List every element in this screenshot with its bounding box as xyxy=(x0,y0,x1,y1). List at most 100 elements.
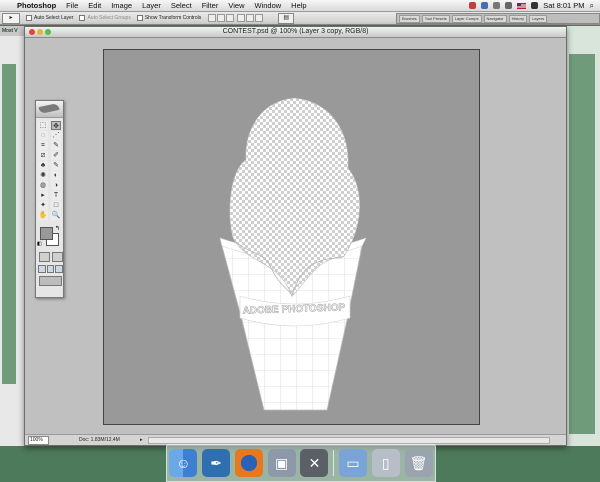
magic-wand-tool[interactable]: ⋰ xyxy=(51,131,61,140)
mask-modes xyxy=(36,250,63,262)
move-tool[interactable]: ✥ xyxy=(51,121,61,130)
zoom-tool[interactable]: 🔍 xyxy=(51,211,61,220)
horizontal-scrollbar[interactable] xyxy=(148,437,550,444)
align-middle-button[interactable] xyxy=(217,14,226,22)
checkbox-icon xyxy=(136,15,143,21)
auto-select-layer-label: Auto Select Layer xyxy=(34,15,74,21)
document-title: CONTEST.psd @ 100% (Layer 3 copy, RGB/8) xyxy=(222,28,369,35)
input-flag-icon[interactable] xyxy=(517,2,527,9)
show-transform-controls-checkbox[interactable]: Show Transform Controls xyxy=(136,15,202,21)
menu-app[interactable]: Photoshop xyxy=(14,0,61,11)
status-icon-1[interactable] xyxy=(469,2,477,9)
history-brush-tool[interactable]: ✎ xyxy=(51,161,61,170)
blur-tool[interactable]: ◍ xyxy=(38,181,48,190)
feather-icon[interactable]: ✒ xyxy=(202,449,231,477)
menu-file[interactable]: File xyxy=(61,0,83,11)
menu-filter[interactable]: Filter xyxy=(197,0,224,11)
checkbox-icon xyxy=(79,15,86,21)
type-tool[interactable]: T xyxy=(51,191,61,200)
menu-help[interactable]: Help xyxy=(286,0,311,11)
well-tab-navigator[interactable]: Navigator xyxy=(483,14,507,23)
wifi-icon[interactable] xyxy=(493,2,501,9)
zoom-button[interactable] xyxy=(45,29,51,35)
document-window: CONTEST.psd @ 100% (Layer 3 copy, RGB/8) xyxy=(24,26,567,446)
gradient-tool[interactable]: ◐ xyxy=(51,171,61,180)
options-bar: ▸ Auto Select Layer Auto Select Groups S… xyxy=(0,12,600,25)
trash-icon[interactable]: 🗑 xyxy=(404,449,433,477)
menu-edit[interactable]: Edit xyxy=(83,0,106,11)
marquee-tool[interactable]: ⬚ xyxy=(38,121,48,130)
checkbox-icon xyxy=(26,15,32,21)
menu-select[interactable]: Select xyxy=(166,0,197,11)
minimize-button[interactable] xyxy=(37,29,43,35)
terminal-icon[interactable]: ✕ xyxy=(300,449,329,477)
menubar-clock[interactable]: Sat 8:01 PM xyxy=(543,0,584,11)
auto-select-groups-checkbox[interactable]: Auto Select Groups xyxy=(79,15,131,21)
slice-tool[interactable]: ✎ xyxy=(51,141,61,150)
doc-size-info[interactable]: Doc: 1.83M/12.4M xyxy=(79,436,120,444)
full-screen-menu-button[interactable] xyxy=(46,265,55,273)
align-left-button[interactable] xyxy=(237,14,246,22)
color-swatches: ↰ ◧ xyxy=(36,224,63,250)
volume-icon[interactable] xyxy=(505,2,513,9)
pen-tool[interactable]: ✦ xyxy=(38,201,48,210)
eraser-tool[interactable]: ✺ xyxy=(38,171,48,180)
hand-tool[interactable]: ✋ xyxy=(38,211,48,220)
preview-icon[interactable]: ▣ xyxy=(267,449,296,477)
menu-extras: Sat 8:01 PM ⌕ xyxy=(469,0,600,11)
document-icon[interactable]: ▯ xyxy=(371,449,400,477)
tools-palette-header[interactable] xyxy=(36,101,63,118)
path-selection-tool[interactable]: ▸ xyxy=(38,191,48,200)
crop-tool[interactable]: ⌗ xyxy=(38,141,48,150)
align-right-button[interactable] xyxy=(255,14,264,22)
menu-bar: Photoshop File Edit Image Layer Select F… xyxy=(0,0,600,12)
background-window-right[interactable] xyxy=(565,26,600,446)
tools-palette: ⬚ ✥ ◌ ⋰ ⌗ ✎ ⧄ ✐ ♣ ✎ ✺ ◐ ◍ ◑ ▸ T ✦ □ ✋ 🔍 … xyxy=(35,100,64,298)
align-bottom-button[interactable] xyxy=(226,14,235,22)
jump-to-imageready-button[interactable] xyxy=(39,276,62,286)
background-window-left[interactable]: Most V xyxy=(0,26,28,446)
dodge-tool[interactable]: ◑ xyxy=(51,181,61,190)
standard-screen-button[interactable] xyxy=(38,265,46,273)
menu-window[interactable]: Window xyxy=(249,0,286,11)
brush-tool[interactable]: ✐ xyxy=(51,151,61,160)
default-colors-icon[interactable]: ◧ xyxy=(37,241,42,247)
tool-preset-picker[interactable]: ▸ xyxy=(2,12,20,24)
finder-icon[interactable]: ☺ xyxy=(169,449,198,477)
document-titlebar[interactable]: CONTEST.psd @ 100% (Layer 3 copy, RGB/8) xyxy=(25,27,566,38)
shape-tool[interactable]: □ xyxy=(51,201,61,210)
show-transform-controls-label: Show Transform Controls xyxy=(144,15,202,21)
canvas[interactable]: ADOBE PHOTOSHOP xyxy=(103,49,480,425)
menu-view[interactable]: View xyxy=(223,0,249,11)
standard-mode-button[interactable] xyxy=(39,252,50,262)
well-tab-layer-comps[interactable]: Layer Comps xyxy=(451,14,482,23)
well-tab-layers[interactable]: Layers xyxy=(529,14,548,23)
auto-select-layer-checkbox[interactable]: Auto Select Layer xyxy=(26,15,73,21)
healing-tool[interactable]: ⧄ xyxy=(38,151,48,160)
well-tab-brushes[interactable]: Brushes xyxy=(399,14,420,23)
zoom-field[interactable]: 100% xyxy=(28,436,49,445)
tool-grid: ⬚ ✥ ◌ ⋰ ⌗ ✎ ⧄ ✐ ♣ ✎ ✺ ◐ ◍ ◑ ▸ T ✦ □ ✋ 🔍 xyxy=(36,118,63,220)
folder-icon[interactable]: ▭ xyxy=(338,449,367,477)
status-menu-arrow-icon[interactable]: ▸ xyxy=(140,436,143,444)
battery-icon[interactable] xyxy=(531,2,539,9)
quick-mask-button[interactable] xyxy=(52,252,63,262)
firefox-icon[interactable] xyxy=(234,449,263,477)
palette-button[interactable]: ▤ xyxy=(278,12,295,24)
clone-stamp-tool[interactable]: ♣ xyxy=(38,161,48,170)
lasso-tool[interactable]: ◌ xyxy=(38,131,48,140)
spotlight-icon[interactable]: ⌕ xyxy=(590,0,594,11)
align-center-button[interactable] xyxy=(246,14,255,22)
menu-image[interactable]: Image xyxy=(106,0,137,11)
dock: ☺ ✒ ▣ ✕ ▭ ▯ 🗑 xyxy=(166,444,436,482)
status-icon-2[interactable] xyxy=(481,2,489,9)
align-buttons xyxy=(207,14,264,22)
menu-layer[interactable]: Layer xyxy=(137,0,166,11)
well-tab-history[interactable]: History xyxy=(508,14,528,23)
foreground-color-swatch[interactable] xyxy=(40,227,53,240)
well-tab-tool-presets[interactable]: Tool Presets xyxy=(421,14,450,23)
align-top-button[interactable] xyxy=(208,14,217,22)
close-button[interactable] xyxy=(29,29,35,35)
swap-colors-icon[interactable]: ↰ xyxy=(55,225,60,232)
full-screen-button[interactable] xyxy=(55,265,64,273)
